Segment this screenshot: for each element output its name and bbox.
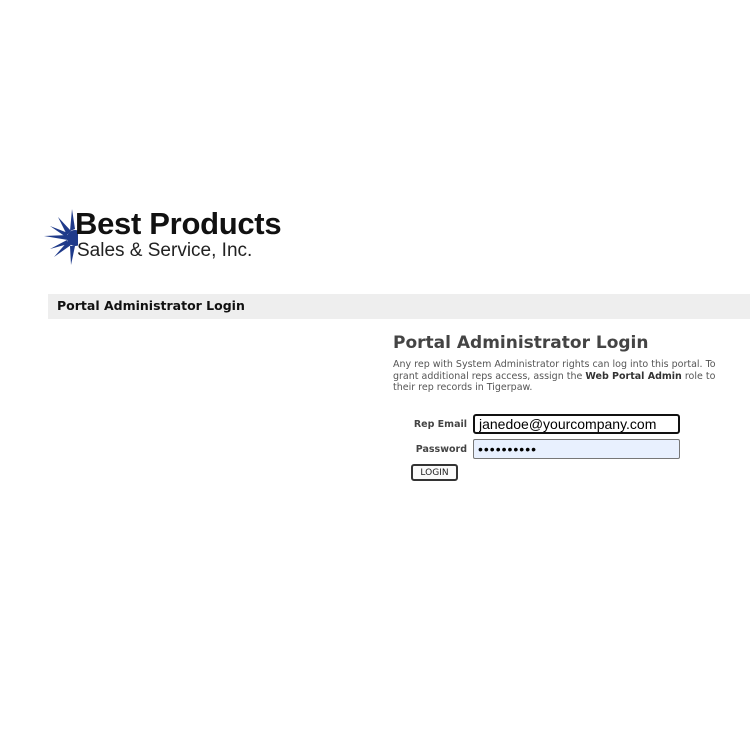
email-row: Rep Email bbox=[393, 414, 683, 434]
password-label: Password bbox=[415, 444, 467, 455]
login-panel: Portal Administrator Login Any rep with … bbox=[393, 332, 738, 481]
login-description-role: Web Portal Admin bbox=[585, 370, 682, 382]
logo-brand-name: Best Products bbox=[75, 206, 282, 241]
password-row: Password bbox=[393, 439, 683, 459]
login-page: Best Products Sales & Service, Inc. Port… bbox=[0, 0, 750, 750]
email-field[interactable] bbox=[473, 414, 680, 434]
page-header-bar: Portal Administrator Login bbox=[48, 294, 750, 319]
password-field[interactable] bbox=[473, 439, 680, 459]
company-logo: Best Products Sales & Service, Inc. bbox=[44, 206, 314, 266]
login-description: Any rep with System Administrator rights… bbox=[393, 359, 733, 394]
login-button[interactable]: LOGIN bbox=[411, 464, 458, 481]
star-burst-icon bbox=[44, 209, 78, 265]
logo-brand-subtitle: Sales & Service, Inc. bbox=[77, 240, 253, 261]
login-heading: Portal Administrator Login bbox=[393, 333, 649, 353]
page-title: Portal Administrator Login bbox=[57, 298, 245, 313]
email-label: Rep Email bbox=[413, 419, 467, 430]
